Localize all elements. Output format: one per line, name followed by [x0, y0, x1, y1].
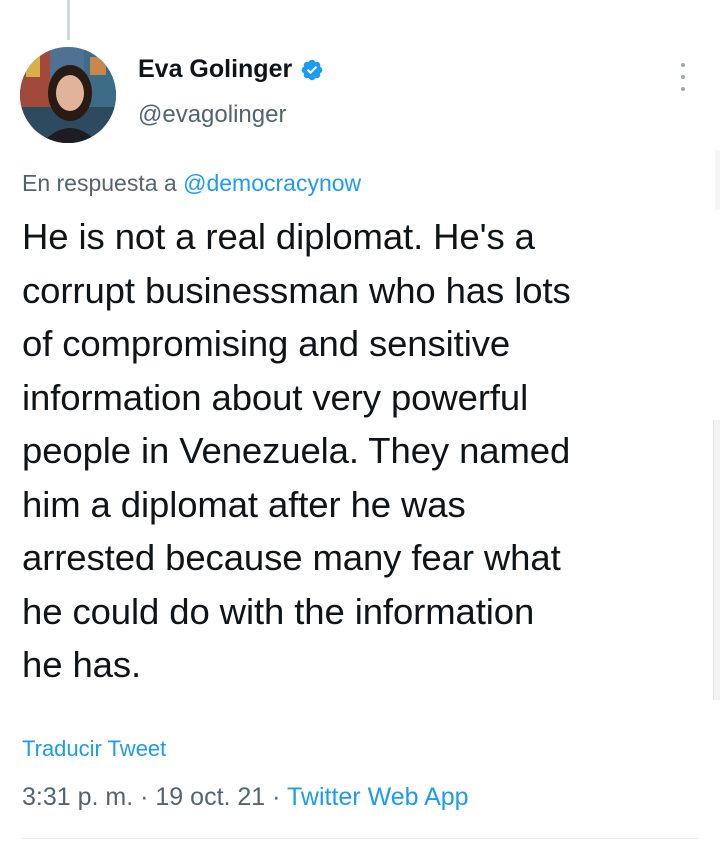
- thread-connector-line: [67, 0, 70, 40]
- author-handle[interactable]: @evagolinger: [138, 101, 286, 129]
- tweet-body-text: He is not a real diplomat. He's a corrup…: [22, 216, 571, 685]
- translate-tweet-link[interactable]: Traducir Tweet: [22, 736, 166, 762]
- reply-context: En respuesta a @democracynow: [22, 170, 361, 197]
- author-name-row[interactable]: Eva Golinger: [138, 55, 324, 84]
- meta-separator: ·: [272, 783, 281, 811]
- reply-prefix: En respuesta a: [22, 170, 177, 196]
- meta-separator: ·: [140, 783, 149, 811]
- reply-to-handle-link[interactable]: @democracynow: [183, 170, 361, 196]
- tweet-detail-page: Eva Golinger @evagolinger En respuesta a…: [0, 0, 720, 854]
- profile-photo-icon: [20, 47, 116, 143]
- more-options-icon[interactable]: [676, 63, 690, 91]
- tweet-date[interactable]: 19 oct. 21: [155, 783, 265, 811]
- avatar[interactable]: [20, 47, 116, 143]
- edge-shadow: [715, 150, 720, 210]
- tweet-metadata: 3:31 p. m. · 19 oct. 21 · Twitter Web Ap…: [22, 783, 469, 812]
- tweet-source-link[interactable]: Twitter Web App: [287, 783, 469, 811]
- divider: [22, 838, 698, 839]
- verified-badge-icon: [301, 59, 323, 80]
- tweet-time[interactable]: 3:31 p. m.: [22, 783, 133, 811]
- author-display-name[interactable]: Eva Golinger: [138, 55, 292, 84]
- scroll-edge: [713, 420, 720, 700]
